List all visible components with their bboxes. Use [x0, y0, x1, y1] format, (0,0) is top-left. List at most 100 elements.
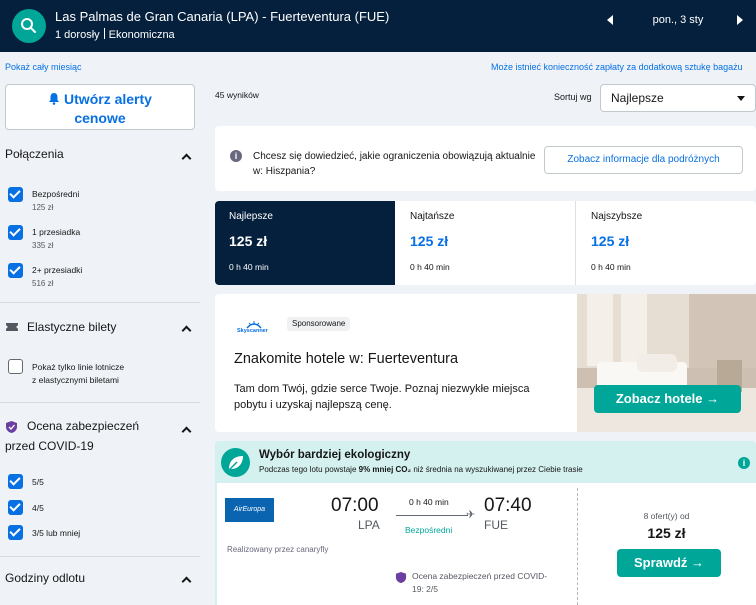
covid-safety-title-1: Ocena zabezpieczeń	[27, 419, 140, 433]
option-direct-price: 125 zł	[32, 203, 54, 212]
show-whole-month-link[interactable]: Pokaż cały miesiąc	[5, 62, 82, 72]
shield-icon	[395, 571, 407, 584]
baggage-fee-note[interactable]: Może istnieć konieczność zapłaty za doda…	[491, 62, 743, 72]
arrival-airport: FUE	[484, 518, 508, 532]
skyscanner-logo: Skyscanner	[237, 320, 271, 334]
passenger-cabin-summary[interactable]: 1 dorosły Ekonomiczna	[55, 28, 175, 41]
flight-duration: 0 h 40 min	[409, 497, 449, 507]
chevron-down-icon	[737, 96, 745, 101]
separator	[103, 28, 105, 39]
shield-icon	[6, 421, 17, 433]
flexible-tickets-title: Elastyczne bilety	[27, 320, 117, 334]
search-icon	[21, 18, 36, 33]
sort-label: Sortuj wg	[554, 92, 592, 102]
checkbox-1-stop[interactable]	[8, 225, 23, 240]
hotel-ad-title: Znakomite hotele w: Fuerteventura	[234, 351, 459, 367]
leaf-icon	[221, 448, 250, 477]
tab-fastest-price: 125 zł	[591, 233, 630, 249]
tab-fastest-duration: 0 h 40 min	[591, 262, 631, 272]
tab-best[interactable]: Najlepsze 125 zł 0 h 40 min	[215, 201, 395, 285]
chevron-up-icon[interactable]	[181, 153, 192, 164]
departure-time: 07:00	[331, 495, 379, 516]
chevron-left-icon[interactable]	[607, 15, 613, 25]
connections-title: Połączenia	[5, 147, 64, 161]
sort-select[interactable]: Najlepsze	[600, 84, 756, 112]
eco-subtitle: Podczas tego lotu powstaje 9% mniej CO₂ …	[259, 465, 583, 474]
alert-label-2: cenowe	[74, 110, 126, 126]
covid-option-4: 4/5	[32, 503, 44, 513]
info-icon[interactable]: i	[738, 457, 750, 469]
option-2-stops-label: 2+ przesiadki	[32, 265, 83, 275]
eco-choice-banner	[215, 441, 756, 483]
route-summary[interactable]: Las Palmas de Gran Canaria (LPA) - Fuert…	[55, 9, 389, 24]
search-button[interactable]	[12, 9, 46, 43]
checkbox-flexible[interactable]	[8, 359, 23, 374]
chevron-up-icon[interactable]	[181, 576, 192, 587]
departure-date[interactable]: pon., 3 sty	[630, 14, 726, 26]
chevron-right-icon[interactable]	[737, 15, 743, 25]
option-2-stops-price: 516 zł	[32, 279, 54, 288]
divider	[0, 302, 200, 303]
flight-line	[396, 515, 468, 516]
alert-label-1: Utwórz alerty	[64, 91, 152, 107]
operated-by: Realizowany przez canaryfly	[227, 545, 329, 554]
tab-cheapest-label: Najtańsze	[410, 211, 455, 222]
results-count: 45 wyników	[215, 90, 259, 100]
eco-sub-before: Podczas tego lotu powstaje	[259, 465, 359, 474]
chevron-up-icon[interactable]	[181, 426, 192, 437]
see-hotels-button[interactable]: Zobacz hotele →	[594, 385, 741, 413]
tab-fastest-label: Najszybsze	[591, 211, 643, 222]
tab-cheapest-duration: 0 h 40 min	[410, 262, 450, 272]
flexible-option-label: Pokaż tylko linie lotnicze z elastycznymi…	[32, 361, 124, 387]
tab-best-duration: 0 h 40 min	[229, 262, 269, 272]
covid-option-3: 3/5 lub mniej	[32, 528, 81, 538]
hotel-ad-description: Tam dom Twój, gdzie serce Twoje. Poznaj …	[234, 383, 530, 411]
checkbox-covid-4[interactable]	[8, 500, 23, 515]
plane-icon: ✈	[466, 509, 476, 521]
air-europa-logo: AirEuropa	[225, 498, 274, 522]
checkbox-covid-5[interactable]	[8, 474, 23, 489]
covid-safety-title-2: przed COVID-19	[5, 439, 94, 453]
departure-airport: LPA	[358, 518, 380, 532]
covid-rating: Ocena zabezpieczeń przed COVID- 19: 2/5	[412, 570, 582, 596]
checkbox-covid-3[interactable]	[8, 525, 23, 540]
eco-sub-bold: 9% mniej CO₂	[358, 465, 412, 474]
arrival-time: 07:40	[484, 495, 532, 516]
eco-title: Wybór bardziej ekologiczny	[259, 449, 411, 461]
passenger-count: 1 dorosły	[55, 29, 100, 41]
skyscanner-wordmark: Skyscanner	[237, 328, 268, 334]
covid-rating-line-1: Ocena zabezpieczeń przed COVID-	[412, 571, 548, 581]
flexible-option-line-1: Pokaż tylko linie lotnicze	[32, 362, 125, 372]
eco-sub-after: niż średnia na wyszukiwanej przez Ciebie…	[411, 465, 583, 474]
travel-info-button[interactable]: Zobacz informacje dla podróżnych	[544, 146, 743, 174]
select-flight-button[interactable]: Sprawdź →	[617, 549, 721, 577]
tab-best-label: Najlepsze	[229, 211, 273, 222]
checkbox-2-stops[interactable]	[8, 263, 23, 278]
bell-icon	[49, 93, 60, 105]
flight-stops: Bezpośredni	[405, 525, 453, 535]
checkbox-direct[interactable]	[8, 187, 23, 202]
restrictions-text: Chcesz się dowiedzieć, jakie ograniczeni…	[253, 151, 536, 177]
tab-cheapest[interactable]: Najtańsze 125 zł 0 h 40 min	[396, 201, 576, 285]
tab-fastest[interactable]: Najszybsze 125 zł 0 h 40 min	[577, 201, 756, 285]
departure-times-title: Godziny odlotu	[5, 571, 86, 585]
search-header[interactable]	[0, 0, 756, 52]
option-1-stop-price: 335 zł	[32, 241, 54, 250]
chevron-up-icon[interactable]	[181, 325, 192, 336]
flexible-option-line-2: z elastycznymi biletami	[32, 375, 119, 385]
option-direct-label: Bezpośredni	[32, 189, 80, 199]
offers-count: 8 ofert(y) od	[643, 511, 690, 521]
info-icon: i	[230, 150, 242, 162]
divider	[0, 402, 200, 403]
cabin-class: Ekonomiczna	[108, 29, 175, 41]
covid-option-5: 5/5	[32, 477, 44, 487]
flight-price: 125 zł	[647, 525, 686, 541]
tab-best-price: 125 zł	[229, 233, 268, 249]
covid-rating-line-2: 19: 2/5	[412, 584, 438, 594]
sponsored-badge: Sponsorowane	[287, 317, 351, 331]
tab-cheapest-price: 125 zł	[410, 233, 449, 249]
option-1-stop-label: 1 przesiadka	[32, 227, 81, 237]
create-price-alert-button[interactable]: Utwórz alerty cenowe	[5, 84, 195, 130]
ticket-icon	[6, 323, 18, 331]
divider	[0, 556, 200, 557]
